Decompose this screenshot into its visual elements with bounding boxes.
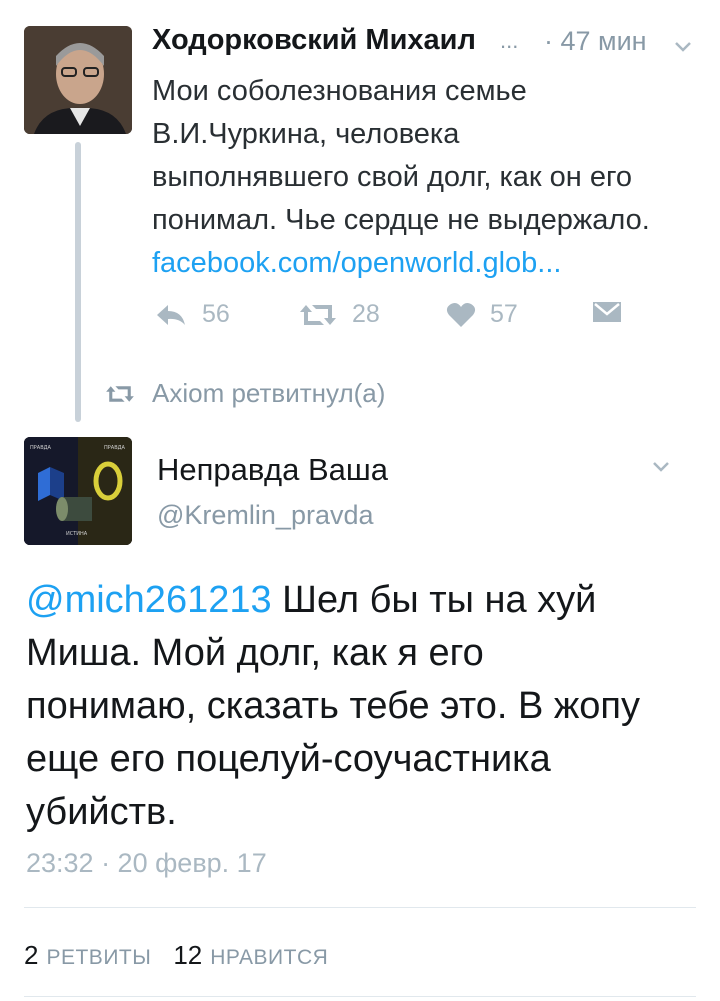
tweet2-line: Миша. Мой долг, как я его [26, 632, 484, 674]
tweet2-line: убийств. [26, 791, 177, 833]
likes-count: 12 [173, 940, 203, 970]
avatar-artwork: ПРАВДА ПРАВДА ИСТИНА [24, 437, 132, 545]
like-count: 57 [490, 300, 518, 328]
tweet2-author-handle[interactable]: @Kremlin_pravda [157, 500, 374, 531]
avatar-label-tl: ПРАВДА [30, 445, 52, 451]
retweets-stat[interactable]: 2 РЕТВИТЫ [24, 940, 151, 971]
tweet1-author-name[interactable]: Ходорковский Михаил [152, 24, 476, 57]
tweet2-text: @mich261213 Шел бы ты на хуй Миша. Мой д… [26, 574, 706, 839]
chevron-down-icon[interactable] [652, 460, 670, 478]
tweet-stats: 2 РЕТВИТЫ 12 НРАВИТСЯ [24, 940, 328, 971]
envelope-icon [593, 302, 621, 322]
tweet1-time-ago: · 47 мин [544, 26, 647, 56]
avatar-label-bottom: ИСТИНА [66, 531, 88, 537]
reply-icon [157, 304, 185, 325]
tweet2-line: @mich261213 Шел бы ты на хуй [26, 574, 706, 627]
retweet-icon [106, 385, 134, 402]
avatar-portrait [24, 26, 132, 134]
direct-message-button[interactable] [592, 300, 622, 324]
chevron-down-icon[interactable] [674, 40, 692, 58]
tweet2-line: понимаю, сказать тебе это. В жопу [26, 685, 640, 727]
tweet2-timestamp: 23:32 · 20 февр. 17 [26, 848, 267, 878]
tweet1-link[interactable]: facebook.com/openworld.glob... [152, 242, 712, 285]
tweet1-line: Мои соболезнования семье [152, 75, 527, 107]
heart-icon [446, 302, 476, 327]
tweet2-line: еще его поцелуй-соучастника [26, 738, 551, 780]
reply-count: 56 [202, 300, 230, 328]
tweet2-author-name[interactable]: Неправда Ваша [157, 452, 388, 488]
retweeted-by-note: Axiom ретвитнул(а) [104, 378, 385, 409]
divider [24, 996, 696, 997]
retweets-count: 2 [24, 940, 39, 970]
author-name-ellipsis: ... [500, 28, 519, 53]
reply-button[interactable]: 56 [154, 300, 230, 329]
thread-connector-line [75, 142, 81, 422]
retweet-count: 28 [352, 300, 380, 328]
tweet1-text: Мои соболезнования семье В.И.Чуркина, че… [152, 70, 712, 285]
avatar-label-tr: ПРАВДА [104, 445, 126, 451]
mention-link[interactable]: @mich261213 [26, 579, 272, 621]
divider [24, 907, 696, 908]
tweet1-line: В.И.Чуркина, человека [152, 118, 460, 150]
tweet1-line: понимал. Чье сердце не выдержало. [152, 204, 650, 236]
likes-stat[interactable]: 12 НРАВИТСЯ [173, 940, 328, 971]
retweet-button[interactable]: 28 [298, 300, 380, 329]
likes-label: НРАВИТСЯ [210, 946, 329, 969]
retweet-icon [300, 304, 336, 325]
tweet2-line-text: Шел бы ты на хуй [271, 579, 597, 621]
author-avatar[interactable]: ПРАВДА ПРАВДА ИСТИНА [24, 437, 132, 545]
retweets-label: РЕТВИТЫ [46, 946, 152, 969]
like-button[interactable]: 57 [446, 300, 518, 329]
tweet1-line: выполнявшего свой долг, как он его [152, 161, 633, 193]
author-avatar[interactable] [24, 26, 132, 134]
retweeted-by-label[interactable]: Axiom ретвитнул(а) [152, 378, 385, 409]
